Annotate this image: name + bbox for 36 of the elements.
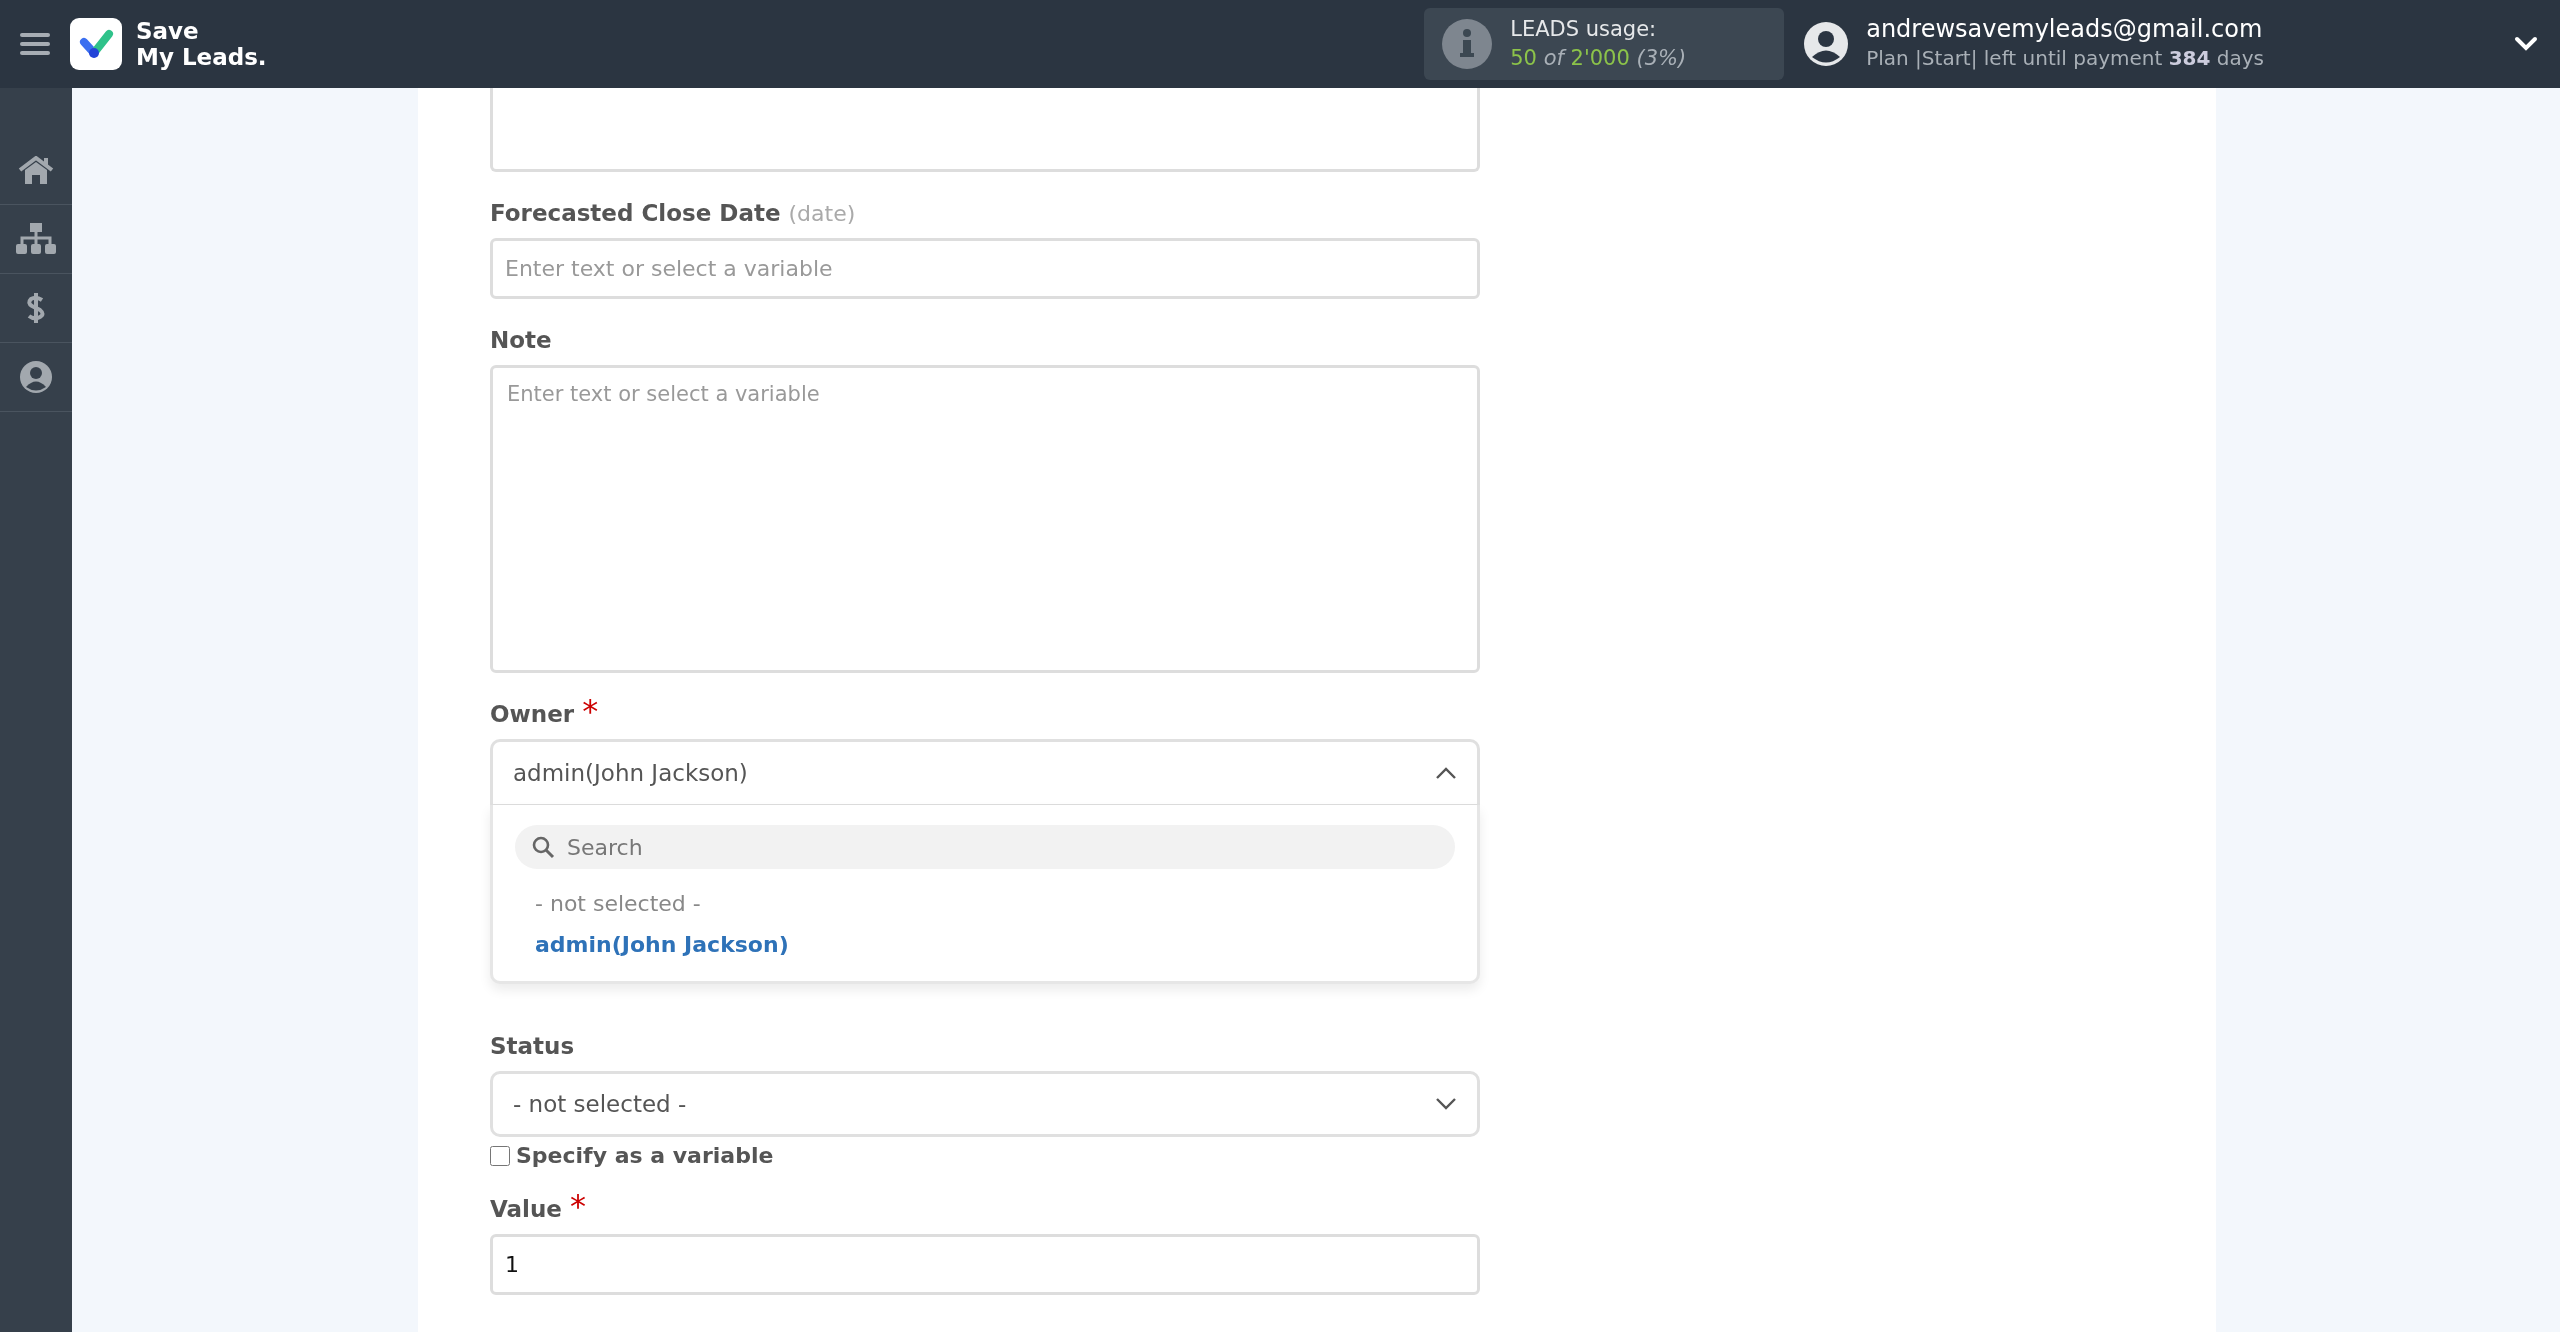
field-label: Value bbox=[490, 1196, 562, 1222]
field-label: Forecasted Close Date bbox=[490, 200, 781, 226]
plan-text: Plan |Start| left until payment 384 days bbox=[1866, 45, 2264, 72]
chevron-up-icon bbox=[1435, 766, 1457, 780]
checkbox[interactable] bbox=[490, 1145, 510, 1166]
usage-count: 50 of 2'000 (3%) bbox=[1510, 45, 1687, 72]
note-field[interactable]: Enter text or select a variable bbox=[490, 365, 1480, 673]
input-field[interactable]: 1 bbox=[490, 1234, 1480, 1295]
field-label: Owner bbox=[490, 701, 575, 727]
input-field[interactable]: Enter text or select a variable bbox=[490, 238, 1480, 299]
user-icon[interactable] bbox=[20, 361, 52, 393]
field-label: Note bbox=[490, 327, 552, 353]
info-icon bbox=[1442, 19, 1493, 69]
chevron-down-icon bbox=[1435, 1097, 1457, 1111]
select-field[interactable]: admin(John Jackson) bbox=[490, 739, 1480, 805]
account-email: andrewsavemyleads@gmail.com bbox=[1866, 15, 2264, 44]
required-mark: * bbox=[569, 1196, 586, 1216]
field-label: Status bbox=[490, 1033, 575, 1059]
brand-name: My Leads. bbox=[136, 44, 267, 70]
dropdown-option[interactable]: - not selected - bbox=[515, 883, 1455, 924]
required-mark: * bbox=[582, 701, 599, 721]
field-hint: (date) bbox=[788, 201, 856, 226]
usage-label: LEADS usage: bbox=[1510, 16, 1658, 43]
search-field[interactable]: Search bbox=[515, 825, 1455, 869]
chevron-down-icon[interactable] bbox=[2514, 36, 2538, 52]
home-icon[interactable] bbox=[18, 156, 54, 184]
menu-icon[interactable] bbox=[20, 32, 50, 56]
select-field[interactable]: - not selected - bbox=[490, 1071, 1480, 1137]
search-icon bbox=[531, 835, 555, 859]
avatar-icon[interactable] bbox=[1804, 22, 1849, 66]
dropdown-option[interactable]: admin(John Jackson) bbox=[515, 924, 1455, 965]
sitemap-icon[interactable] bbox=[16, 223, 56, 255]
checkbox-label: Specify as a variable bbox=[516, 1143, 774, 1168]
logo-icon bbox=[70, 18, 122, 70]
brand-name: Save bbox=[136, 18, 200, 44]
dollar-icon[interactable] bbox=[26, 292, 46, 324]
